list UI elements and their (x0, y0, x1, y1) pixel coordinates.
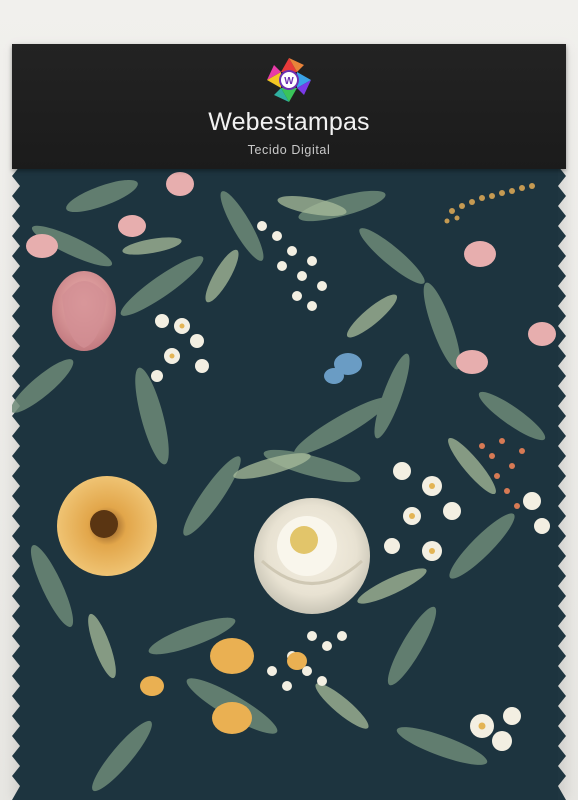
pink-tulip (52, 271, 116, 351)
brand-tagline: Tecido Digital (247, 143, 331, 157)
fabric-swatch (12, 166, 566, 800)
svg-text:W: W (284, 76, 294, 87)
brand-name: Webestampas (208, 108, 370, 136)
webestampas-logo-icon: W (265, 56, 313, 104)
brand-header: W Webestampas Tecido Digital (12, 44, 566, 169)
golden-poppy (57, 476, 157, 576)
white-peony (254, 498, 370, 614)
floral-print-illustration (12, 166, 566, 800)
